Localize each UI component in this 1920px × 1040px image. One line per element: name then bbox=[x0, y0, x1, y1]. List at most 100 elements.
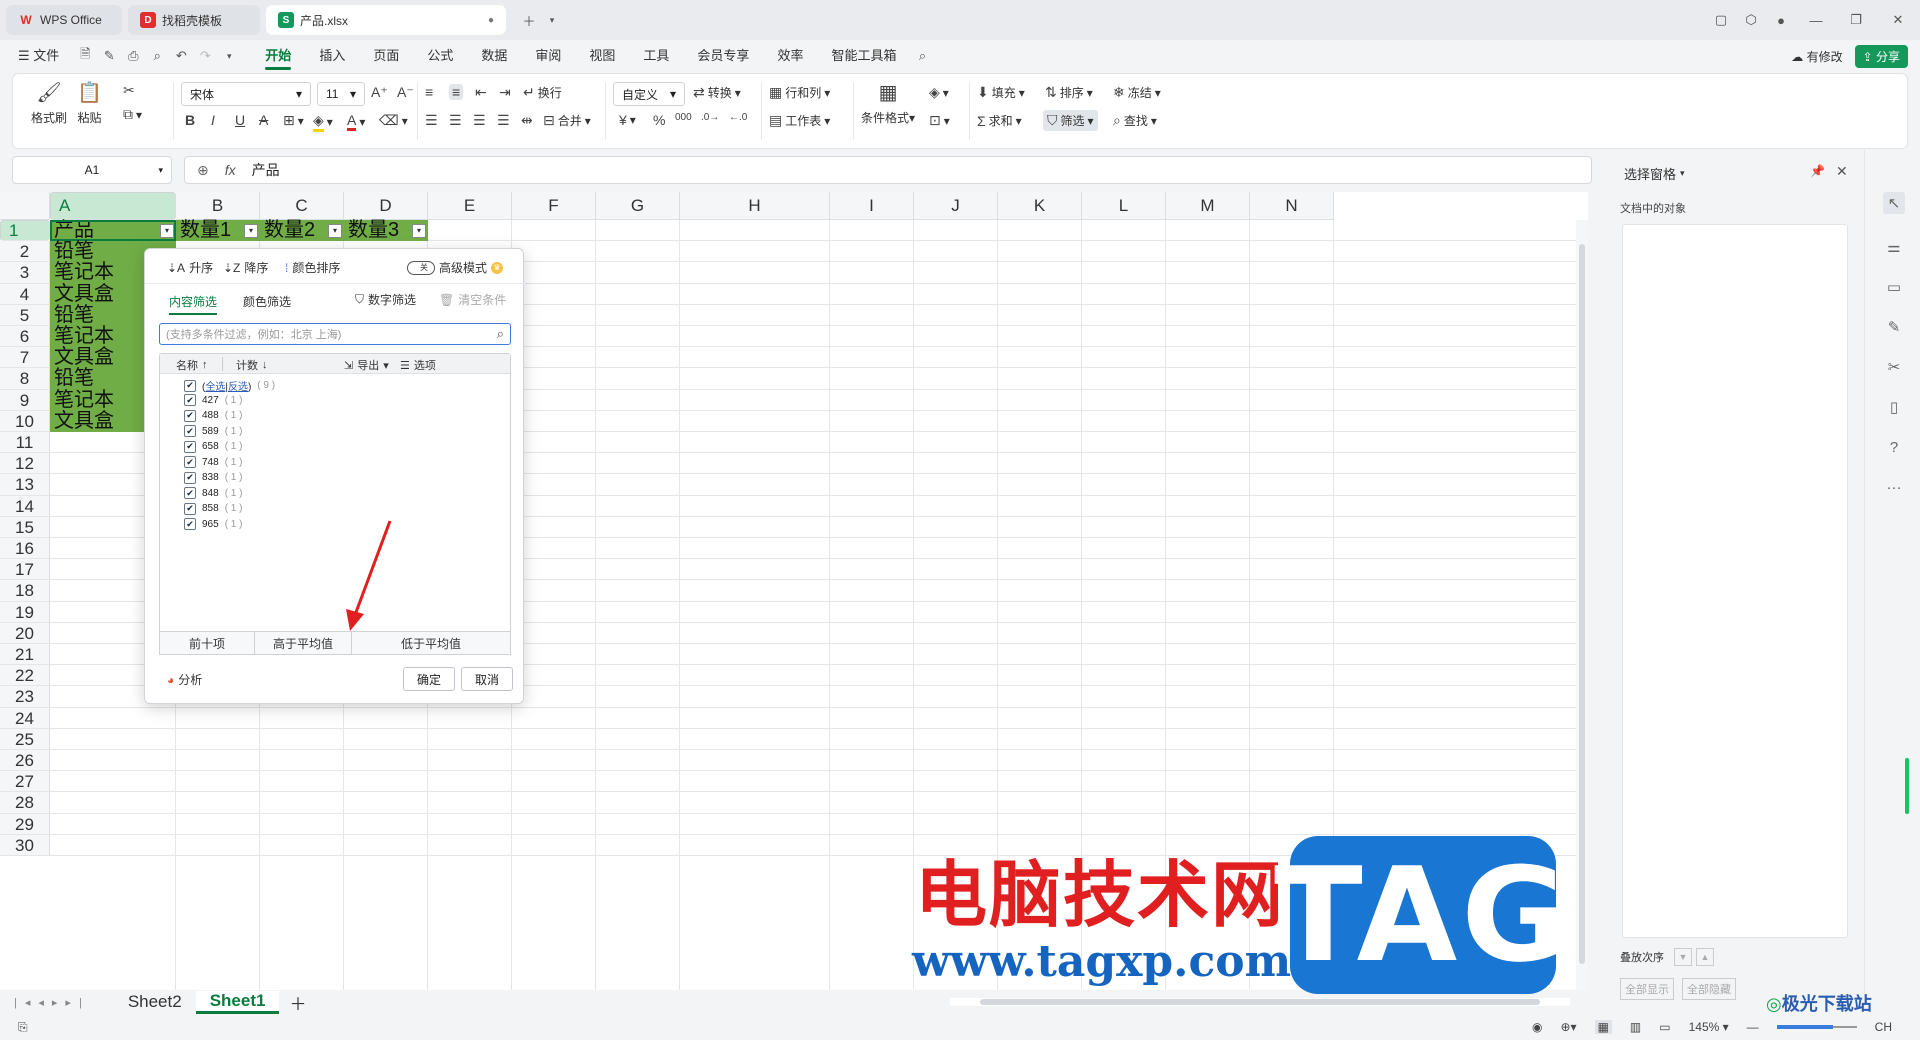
column-header-f[interactable]: F bbox=[512, 192, 596, 220]
close-icon[interactable]: ✕ bbox=[1836, 163, 1848, 180]
checkbox-checked-icon[interactable]: ✔ bbox=[184, 379, 196, 392]
invert-link[interactable]: 反选 bbox=[228, 382, 248, 393]
restore-icon[interactable]: ❐ bbox=[1836, 5, 1876, 35]
menu-efficiency[interactable]: 效率 bbox=[763, 40, 817, 72]
window-layout-icon[interactable]: ▢ bbox=[1706, 5, 1736, 35]
sort-by-name[interactable]: 名称 ↑ bbox=[176, 357, 208, 373]
move-up-icon[interactable]: ▲ bbox=[1696, 948, 1714, 966]
list-item[interactable]: ✔ 858 ( 1 ) bbox=[184, 502, 242, 515]
save-icon[interactable]: 🗎 bbox=[73, 44, 97, 68]
format-painter-button[interactable]: 🖌 格式刷 bbox=[31, 80, 67, 126]
checkbox-checked-icon[interactable]: ✔ bbox=[184, 456, 196, 468]
menu-home[interactable]: 开始 bbox=[251, 40, 305, 72]
row-header-6[interactable]: 6 bbox=[0, 326, 50, 348]
objects-list[interactable] bbox=[1622, 224, 1848, 938]
increase-font-icon[interactable]: A⁺ bbox=[371, 84, 388, 101]
analysis-button[interactable]: ◕ 分析 bbox=[167, 671, 202, 688]
list-item[interactable]: ✔ 427 ( 1 ) bbox=[184, 394, 242, 406]
row-col-button[interactable]: ▦ 行和列 ▾ bbox=[769, 84, 830, 101]
column-header-g[interactable]: G bbox=[596, 192, 680, 220]
zoom-out-icon[interactable]: — bbox=[1747, 1020, 1759, 1034]
tab-docer[interactable]: D 找稻壳模板 bbox=[128, 5, 260, 35]
sheet-nav-icon[interactable]: |◂◂▸▸| bbox=[14, 996, 90, 1009]
column-header-n[interactable]: N bbox=[1250, 192, 1334, 220]
thousands-icon[interactable]: 000 bbox=[675, 112, 692, 123]
list-item[interactable]: ✔ 965 ( 1 ) bbox=[184, 518, 242, 530]
toggle-switch[interactable]: 关 bbox=[407, 260, 435, 275]
column-header-i[interactable]: I bbox=[830, 192, 914, 220]
menu-review[interactable]: 审阅 bbox=[521, 40, 575, 72]
row-header-1[interactable]: 1 bbox=[0, 220, 50, 242]
show-all-button[interactable]: 全部显示 bbox=[1620, 978, 1674, 1000]
settings-sliders-icon[interactable]: ⚌ bbox=[1883, 236, 1905, 258]
menu-member[interactable]: 会员专享 bbox=[683, 40, 763, 72]
filter-dropdown-icon[interactable]: ▾ bbox=[160, 224, 174, 238]
tab-product-xlsx[interactable]: S 产品.xlsx ● bbox=[266, 5, 506, 35]
copy-icon[interactable]: ⧉ ▾ bbox=[123, 106, 142, 123]
find-button[interactable]: ⌕ 查找 ▾ bbox=[1113, 112, 1157, 129]
column-header-j[interactable]: J bbox=[914, 192, 998, 220]
row-header-14[interactable]: 14 bbox=[0, 495, 50, 517]
align-right-icon[interactable]: ☰ bbox=[473, 112, 486, 129]
redo-icon[interactable]: ↷ bbox=[193, 44, 217, 68]
menu-page[interactable]: 页面 bbox=[359, 40, 413, 72]
sort-asc-button[interactable]: ⇣A 升序 bbox=[167, 259, 213, 276]
bold-icon[interactable]: B bbox=[185, 112, 195, 128]
conditional-format-button[interactable]: ▦ 条件格式▾ bbox=[861, 80, 915, 126]
column-header-b[interactable]: B bbox=[176, 192, 260, 220]
checkbox-checked-icon[interactable]: ✔ bbox=[184, 487, 196, 499]
select-all-link[interactable]: 全选 bbox=[205, 382, 225, 393]
freeze-button[interactable]: ❄ 冻结 ▾ bbox=[1113, 84, 1161, 101]
underline-icon[interactable]: U bbox=[235, 112, 245, 128]
row-header-9[interactable]: 9 bbox=[0, 389, 50, 411]
help-icon[interactable]: ? bbox=[1883, 436, 1905, 458]
tab-content-filter[interactable]: 内容筛选 bbox=[169, 293, 218, 315]
zoom-formula-icon[interactable]: ⊕ bbox=[197, 162, 209, 179]
fill-button[interactable]: ⬇ 填充 ▾ bbox=[977, 84, 1025, 101]
fill-color-icon[interactable]: ◈ ▾ bbox=[313, 112, 333, 132]
print-icon[interactable]: ⎙ bbox=[121, 44, 145, 68]
menu-data[interactable]: 数据 bbox=[467, 40, 521, 72]
cell-header[interactable]: 数量2 ▾ bbox=[260, 219, 344, 242]
row-header-24[interactable]: 24 bbox=[0, 707, 50, 729]
color-sort-button[interactable]: ⁞ 颜色排序 bbox=[285, 259, 340, 276]
normal-view-icon[interactable]: ▦ bbox=[1594, 1020, 1612, 1034]
distribute-icon[interactable]: ⇹ bbox=[521, 112, 533, 129]
row-header-30[interactable]: 30 bbox=[0, 834, 50, 856]
tools-icon[interactable]: ✂ bbox=[1883, 356, 1905, 378]
close-icon[interactable]: ✕ bbox=[1876, 5, 1920, 35]
checkbox-checked-icon[interactable]: ✔ bbox=[184, 518, 196, 530]
row-header-13[interactable]: 13 bbox=[0, 474, 50, 496]
sort-button[interactable]: ⇅ 排序 ▾ bbox=[1045, 84, 1093, 101]
row-header-8[interactable]: 8 bbox=[0, 368, 50, 390]
list-item[interactable]: ✔ 838 ( 1 ) bbox=[184, 471, 242, 484]
sum-button[interactable]: Σ 求和 ▾ bbox=[977, 112, 1022, 129]
column-header-e[interactable]: E bbox=[428, 192, 512, 220]
row-header-4[interactable]: 4 bbox=[0, 283, 50, 305]
row-header-20[interactable]: 20 bbox=[0, 622, 50, 644]
italic-icon[interactable]: I bbox=[211, 112, 215, 128]
convert-button[interactable]: ⇄ 转换 ▾ bbox=[693, 84, 741, 101]
tab-wps-office[interactable]: W WPS Office bbox=[6, 5, 122, 35]
list-item[interactable]: ✔ 589 ( 1 ) bbox=[184, 425, 242, 437]
row-header-22[interactable]: 22 bbox=[0, 665, 50, 687]
number-format-select[interactable]: 自定义 ▾ bbox=[613, 82, 685, 106]
paste-button[interactable]: 📋 粘贴 bbox=[77, 80, 102, 126]
avatar[interactable]: ● bbox=[1766, 5, 1796, 35]
filter-dropdown-icon[interactable]: ▾ bbox=[328, 224, 342, 238]
options-button[interactable]: ☰ 选项 bbox=[400, 357, 436, 373]
pen-icon[interactable]: ✎ bbox=[97, 44, 121, 68]
menu-formula[interactable]: 公式 bbox=[413, 40, 467, 72]
checkbox-checked-icon[interactable]: ✔ bbox=[184, 440, 196, 453]
locate-icon[interactable]: ⊕▾ bbox=[1560, 1020, 1576, 1034]
export-button[interactable]: ⇲ 导出 ▾ bbox=[344, 357, 389, 373]
cell-header[interactable]: 产品 ▾ bbox=[50, 219, 176, 242]
increase-decimal-icon[interactable]: .0→ bbox=[701, 112, 719, 123]
align-center-icon[interactable]: ☰ bbox=[449, 112, 462, 129]
top10-button[interactable]: 前十项 bbox=[159, 631, 255, 655]
search-icon[interactable]: ⌕ bbox=[497, 326, 504, 342]
checkbox-checked-icon[interactable]: ✔ bbox=[184, 394, 196, 406]
column-header-l[interactable]: L bbox=[1082, 192, 1166, 220]
cancel-button[interactable]: 取消 bbox=[461, 667, 513, 691]
list-item[interactable]: ✔ 658 ( 1 ) bbox=[184, 440, 242, 453]
